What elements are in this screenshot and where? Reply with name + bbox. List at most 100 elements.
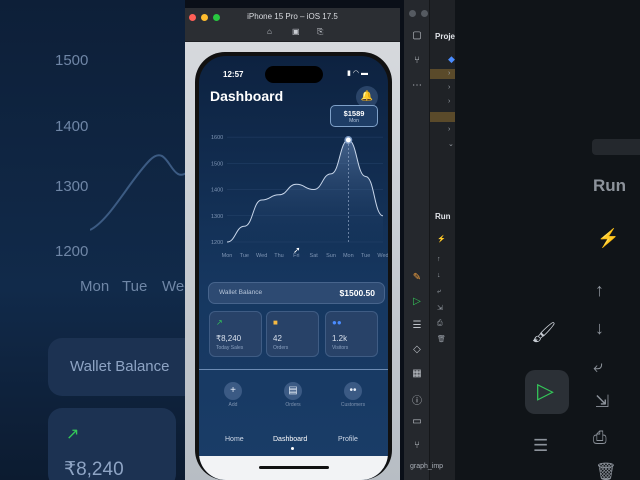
- diamond-icon[interactable]: ◇: [409, 344, 425, 355]
- action-customers[interactable]: •• Customers: [333, 382, 373, 408]
- status-time: 12:57: [223, 70, 244, 79]
- disclosure-chevron-icon[interactable]: ›: [448, 126, 450, 133]
- y-tick-label: 1200: [211, 240, 223, 246]
- list-icon[interactable]: ☰: [409, 320, 425, 331]
- users-icon: ●●: [332, 318, 342, 327]
- y-tick-label: 1300: [211, 214, 223, 220]
- bg-day: Mon: [80, 278, 110, 295]
- stat-value: 42: [273, 334, 282, 343]
- x-tick-label: Sat: [310, 253, 319, 259]
- file-row-highlight[interactable]: [430, 69, 455, 79]
- bg-wallet-label: Wallet Balance: [70, 358, 170, 375]
- phone-screen: 12:57 ▮◠▬ Dashboard 🔔 1200 1300 1400 1500 16…: [199, 56, 388, 480]
- source-control-icon[interactable]: ⑂: [409, 55, 425, 66]
- iphone-frame: 12:57 ▮◠▬ Dashboard 🔔 1200 1300 1400 1500 16…: [195, 52, 392, 480]
- bg-print-icon: ⎙: [593, 428, 607, 447]
- action-add[interactable]: + Add: [213, 382, 253, 408]
- tooltip-value: $1589: [343, 109, 365, 118]
- x-axis: Mon Tue Wed Thu Fri Sat Sun Mon Tue Wed: [222, 253, 388, 259]
- bg-bolt-icon: ⚡: [597, 228, 620, 248]
- cursor-pointer-icon: ➚: [293, 245, 301, 255]
- bg-day: Wed: [162, 278, 185, 295]
- y-tick-label: 1600: [211, 135, 223, 141]
- bolt-icon[interactable]: ⚡: [437, 235, 446, 243]
- background-left-blur: 1500 1400 1300 1200 Mon Tue Wed Wallet B…: [0, 0, 185, 480]
- bg-tick: 1300: [55, 178, 89, 195]
- rotate-icon[interactable]: ⎘: [317, 27, 323, 37]
- trash-icon[interactable]: 🗑: [437, 335, 446, 343]
- bg-trend-up-icon: ↗: [66, 426, 80, 443]
- action-label: Add: [228, 402, 238, 408]
- bg-run-label: Run: [593, 176, 627, 195]
- stat-value: 1.2k: [332, 334, 348, 343]
- branch-icon[interactable]: ⑂: [409, 440, 425, 451]
- home-icon[interactable]: ⌂: [267, 27, 272, 36]
- trend-up-icon: ↗: [216, 318, 223, 327]
- users-icon: ••: [344, 382, 362, 400]
- xcode-window-button[interactable]: [421, 10, 428, 17]
- x-tick-label: Tue: [361, 253, 370, 259]
- wifi-icon: ◠: [352, 70, 361, 77]
- x-tick-label: Wed: [377, 253, 388, 259]
- y-axis: 1200 1300 1400 1500 1600: [211, 135, 223, 246]
- bg-paint-icon: 🖌: [531, 322, 557, 344]
- disclosure-chevron-icon[interactable]: ⌄: [448, 140, 454, 148]
- disclosure-chevron-icon[interactable]: ›: [448, 98, 450, 105]
- bg-tick: 1200: [55, 243, 89, 260]
- x-tick-label: Mon: [222, 253, 233, 259]
- stat-value: ₹8,240: [216, 334, 242, 343]
- y-tick-label: 1400: [211, 188, 223, 194]
- bg-chart-line: [90, 154, 185, 231]
- project-file-icon: ◆: [448, 54, 455, 64]
- disclosure-chevron-icon[interactable]: ›: [448, 70, 450, 77]
- bg-sales-card: ↗ ₹8,240: [48, 408, 176, 480]
- screenshot-icon[interactable]: ▣: [292, 27, 300, 36]
- bg-arrow-up-icon: ↑: [595, 280, 604, 300]
- step-icon[interactable]: ⇲: [437, 304, 443, 312]
- stat-label: Today Sales: [216, 345, 244, 351]
- wallet-balance-card[interactable]: Wallet Balance $1500.50: [208, 282, 385, 304]
- page-title: Dashboard: [210, 88, 284, 104]
- stat-card-sales[interactable]: ↗ ₹8,240 Today Sales: [209, 311, 262, 357]
- action-orders[interactable]: ▤ Orders: [273, 382, 313, 408]
- x-tick-label: Thu: [274, 253, 283, 259]
- bg-sales-value: ₹8,240: [64, 459, 124, 480]
- bg-wrap-icon: ⤶: [593, 357, 603, 376]
- run-icon[interactable]: ▷: [409, 296, 425, 307]
- map-icon[interactable]: ▦: [409, 368, 425, 379]
- xcode-panel: ▢ ⑂ ⋯ ✎ ▷ ☰ ◇ ▦ ⓘ ▭ ⑂ Proje ◆ › › › › ⌄ …: [404, 0, 455, 480]
- wrap-icon[interactable]: ⤶: [437, 288, 441, 296]
- x-tick-label: Sun: [326, 253, 336, 259]
- action-label: Customers: [340, 402, 366, 408]
- print-icon[interactable]: ⎙: [437, 320, 443, 328]
- tab-home[interactable]: Home: [225, 436, 244, 443]
- battery-icon: ▬: [361, 70, 370, 77]
- dynamic-island: [265, 66, 323, 83]
- x-tick-label: Tue: [240, 253, 249, 259]
- folder-icon[interactable]: ▢: [409, 30, 425, 41]
- bg-trash-icon: 🗑: [595, 462, 617, 480]
- paint-icon[interactable]: ✎: [409, 272, 425, 283]
- xcode-window-button[interactable]: [409, 10, 416, 17]
- area-fill: [227, 139, 383, 242]
- action-label: Orders: [285, 402, 301, 408]
- tooltip-label: Mon: [349, 118, 359, 124]
- terminal-icon[interactable]: ▭: [409, 416, 425, 427]
- tab-profile[interactable]: Profile: [338, 436, 358, 443]
- disclosure-chevron-icon[interactable]: ›: [448, 84, 450, 91]
- stat-card-orders[interactable]: ■ 42 Orders: [266, 311, 319, 357]
- simulator-title: iPhone 15 Pro – iOS 17.5: [247, 12, 338, 21]
- arrow-up-icon[interactable]: ↑: [437, 256, 441, 263]
- more-icon[interactable]: ⋯: [409, 80, 425, 91]
- arrow-down-icon[interactable]: ↓: [437, 272, 441, 279]
- run-section-label: Run: [435, 212, 451, 221]
- stat-card-visitors[interactable]: ●● 1.2k Visitors: [325, 311, 378, 357]
- warning-icon[interactable]: ⓘ: [409, 392, 425, 407]
- home-indicator[interactable]: [259, 466, 329, 469]
- bg-toolbar: [592, 139, 640, 155]
- bg-wallet-card: Wallet Balance: [48, 338, 185, 396]
- tab-dashboard[interactable]: Dashboard: [273, 436, 307, 443]
- file-row-highlight[interactable]: [430, 112, 455, 122]
- status-icons: ▮◠▬: [347, 69, 370, 77]
- highlight-point[interactable]: [344, 136, 353, 144]
